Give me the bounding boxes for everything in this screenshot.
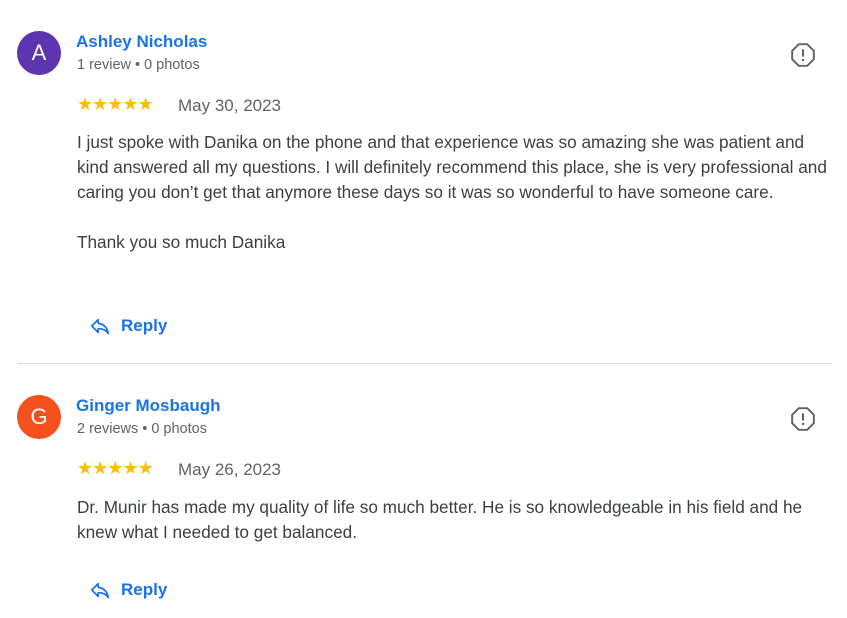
reply-arrow-icon: [89, 579, 111, 601]
star-rating: ★★★★★: [77, 458, 154, 478]
reply-label: Reply: [121, 580, 168, 599]
avatar[interactable]: G: [17, 395, 61, 439]
review-count: 1 review: [77, 57, 131, 73]
review-date: May 30, 2023: [178, 96, 282, 115]
reply-button[interactable]: Reply: [89, 575, 167, 605]
report-flag-icon[interactable]: [790, 42, 816, 68]
review-text: Dr. Munir has made my quality of life so…: [77, 495, 829, 545]
review-paragraph: Dr. Munir has made my quality of life so…: [77, 497, 803, 542]
review-count: 2 reviews: [77, 421, 139, 437]
author-name-link[interactable]: Ginger Mosbaugh: [76, 396, 221, 416]
photo-count: 0 photos: [151, 421, 207, 437]
report-flag-icon[interactable]: [790, 406, 816, 432]
author-meta: 2 reviews • 0 photos: [77, 421, 207, 437]
author-meta: 1 review • 0 photos: [77, 57, 200, 73]
reply-label: Reply: [121, 316, 168, 335]
review-divider: [17, 363, 832, 364]
review-date: May 26, 2023: [178, 460, 282, 479]
photo-count: 0 photos: [144, 57, 200, 73]
star-rating: ★★★★★: [77, 94, 154, 114]
avatar[interactable]: A: [17, 31, 61, 75]
reply-button[interactable]: Reply: [89, 311, 167, 341]
author-name-link[interactable]: Ashley Nicholas: [76, 32, 207, 52]
meta-separator: •: [142, 421, 148, 437]
review-paragraph: Thank you so much Danika: [77, 232, 286, 252]
review-paragraph: I just spoke with Danika on the phone an…: [77, 132, 827, 202]
reply-arrow-icon: [89, 315, 111, 337]
meta-separator: •: [135, 57, 141, 73]
review-text: I just spoke with Danika on the phone an…: [77, 130, 829, 255]
